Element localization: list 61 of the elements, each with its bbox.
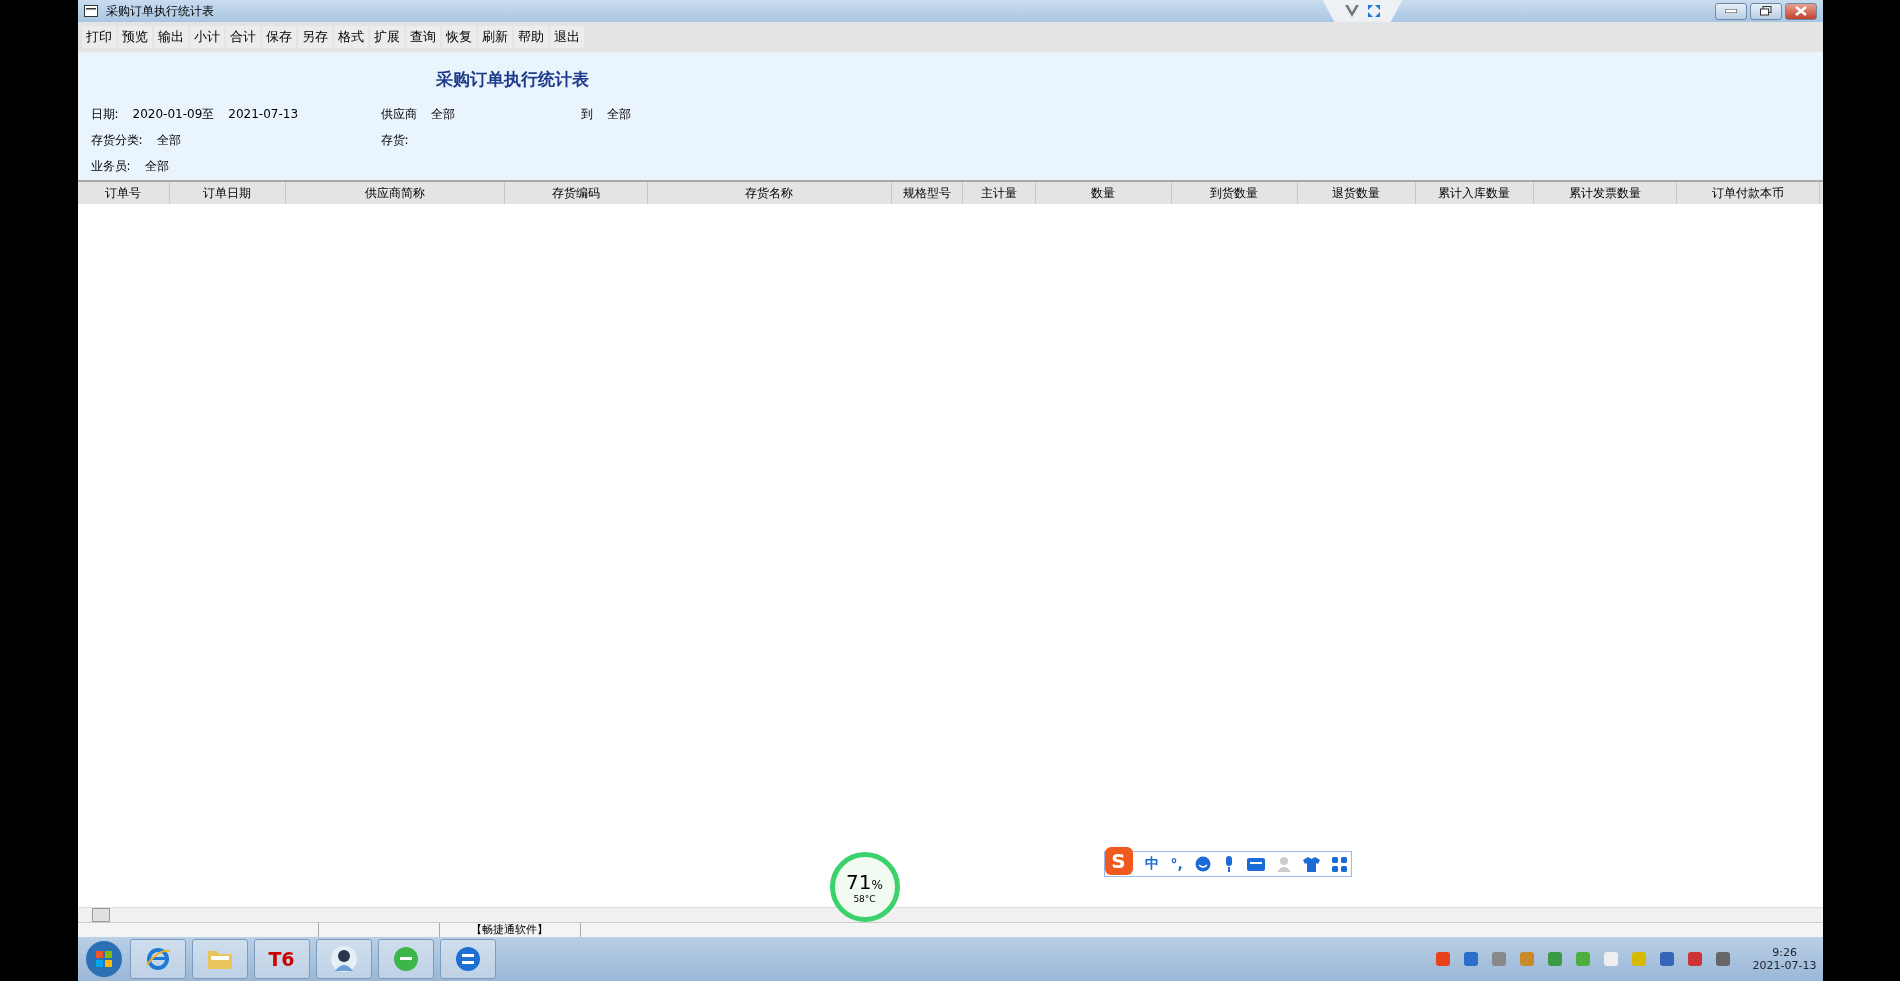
toolbar-button[interactable]: 刷新 <box>477 26 512 48</box>
window-title: 采购订单执行统计表 <box>105 2 214 20</box>
clock[interactable]: 9:26 2021-07-13 <box>1752 946 1817 972</box>
ime-mode[interactable]: 中 <box>1144 855 1159 873</box>
toolbar-button[interactable]: 帮助 <box>513 26 548 48</box>
taskbar-app[interactable] <box>315 939 372 979</box>
toolbar-button[interactable]: 输出 <box>153 26 188 48</box>
apps-icon[interactable] <box>1331 856 1347 872</box>
toolbar-button[interactable]: 恢复 <box>441 26 476 48</box>
tray-icon[interactable] <box>1546 951 1563 967</box>
filter-value: 2021-07-13 <box>228 107 299 122</box>
smiley-icon[interactable] <box>1194 856 1211 872</box>
filter-label: 到 <box>580 105 593 123</box>
start-button[interactable] <box>83 939 124 979</box>
filter-label: 业务员: <box>90 158 131 176</box>
tray-icon[interactable] <box>1434 951 1451 967</box>
toolbar-button[interactable]: 另存 <box>297 26 332 48</box>
restore-icon <box>1759 6 1772 16</box>
close-button[interactable] <box>1784 2 1817 20</box>
toolbar-button[interactable]: 合计 <box>225 26 260 48</box>
filter-value: 全部 <box>606 105 631 123</box>
filter-label: 供应商 <box>380 105 417 123</box>
report-title: 采购订单执行统计表 <box>435 68 590 91</box>
toolbar-button[interactable]: 打印 <box>81 26 116 48</box>
taskbar-app[interactable]: T6 <box>253 939 310 979</box>
minimize-icon <box>1724 9 1737 13</box>
usage-percent: 71 <box>846 870 872 894</box>
tray-icon[interactable] <box>1462 951 1479 967</box>
toolbar-button[interactable]: 退出 <box>549 26 584 48</box>
filter-label: 日期: <box>90 105 119 123</box>
tray-icon[interactable] <box>1574 951 1591 967</box>
tray-icon[interactable] <box>1658 951 1675 967</box>
toolbar-button[interactable]: 格式 <box>333 26 368 48</box>
punctuation-toggle[interactable]: °, <box>1170 856 1183 872</box>
v-logo-icon <box>1344 5 1359 17</box>
toolbar-button[interactable]: 小计 <box>189 26 224 48</box>
keyboard-icon[interactable] <box>1246 857 1265 871</box>
filter-value: 全部 <box>430 105 455 123</box>
minimize-button[interactable] <box>1714 2 1747 20</box>
percent-sign: % <box>871 878 883 892</box>
filter-label: 存货分类: <box>90 132 143 149</box>
window-icon <box>83 5 98 17</box>
tray-icon[interactable] <box>1518 951 1535 967</box>
close-icon <box>1794 6 1807 16</box>
temperature: 58°C <box>853 894 876 904</box>
toolbar-button[interactable]: 预览 <box>117 26 152 48</box>
app-label: T6 <box>268 948 295 970</box>
restore-button[interactable] <box>1749 2 1782 20</box>
filter-value: 2020-01-09至 <box>132 105 215 123</box>
toolbar-button[interactable]: 查询 <box>405 26 440 48</box>
horizontal-scrollbar[interactable] <box>77 907 1823 922</box>
taskbar-app[interactable] <box>439 939 496 979</box>
filter-label: 存货: <box>380 132 409 149</box>
scroll-thumb[interactable] <box>91 908 110 922</box>
filter-value: 全部 <box>156 132 181 149</box>
toolbar-button[interactable]: 扩展 <box>369 26 404 48</box>
expand-icon[interactable] <box>1366 4 1381 18</box>
person-icon <box>329 945 358 973</box>
filter-value: 全部 <box>144 158 169 176</box>
shirt-icon[interactable] <box>1302 856 1320 872</box>
toolbar-button[interactable]: 保存 <box>261 26 296 48</box>
